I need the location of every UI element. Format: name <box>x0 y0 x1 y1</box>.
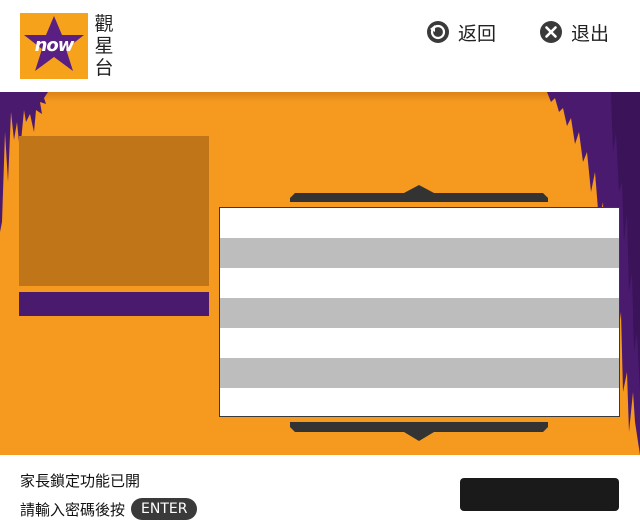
program-title-bar <box>19 292 209 316</box>
password-input[interactable] <box>460 478 619 511</box>
parental-lock-message: 家長鎖定功能已開 <box>20 472 141 490</box>
list-item[interactable] <box>220 268 619 298</box>
header-bar: now 觀 星 台 返回 退出 <box>0 0 640 92</box>
back-arrow-icon <box>427 21 449 43</box>
program-thumbnail <box>19 136 209 286</box>
main-panel <box>0 92 640 455</box>
channel-char: 星 <box>94 35 114 57</box>
channel-char: 觀 <box>94 13 114 35</box>
now-logo: now <box>20 13 88 79</box>
exit-button[interactable]: 退出 <box>539 19 609 45</box>
list-item[interactable] <box>220 208 619 238</box>
close-icon <box>540 21 562 43</box>
exit-label: 退出 <box>571 22 610 45</box>
password-instruction-text: 請輸入密碼後按 <box>20 500 126 519</box>
scroll-down-arrow-icon[interactable] <box>290 422 548 442</box>
password-instruction: 請輸入密碼後按 ENTER <box>20 498 198 520</box>
list-item[interactable] <box>220 298 619 328</box>
enter-key-badge: ENTER <box>131 498 198 520</box>
list-item[interactable] <box>220 328 619 358</box>
top-shadow <box>0 92 640 102</box>
logo-text: now <box>34 35 75 56</box>
footer-bar: 家長鎖定功能已開 請輸入密碼後按 ENTER <box>0 455 640 530</box>
program-list <box>219 207 620 417</box>
back-button[interactable]: 返回 <box>426 19 496 45</box>
scroll-up-arrow-icon[interactable] <box>290 184 548 202</box>
list-item[interactable] <box>220 238 619 268</box>
back-label: 返回 <box>458 22 497 45</box>
channel-name: 觀 星 台 <box>93 13 115 79</box>
channel-char: 台 <box>94 57 114 79</box>
list-item[interactable] <box>220 358 619 388</box>
list-item[interactable] <box>220 388 619 418</box>
